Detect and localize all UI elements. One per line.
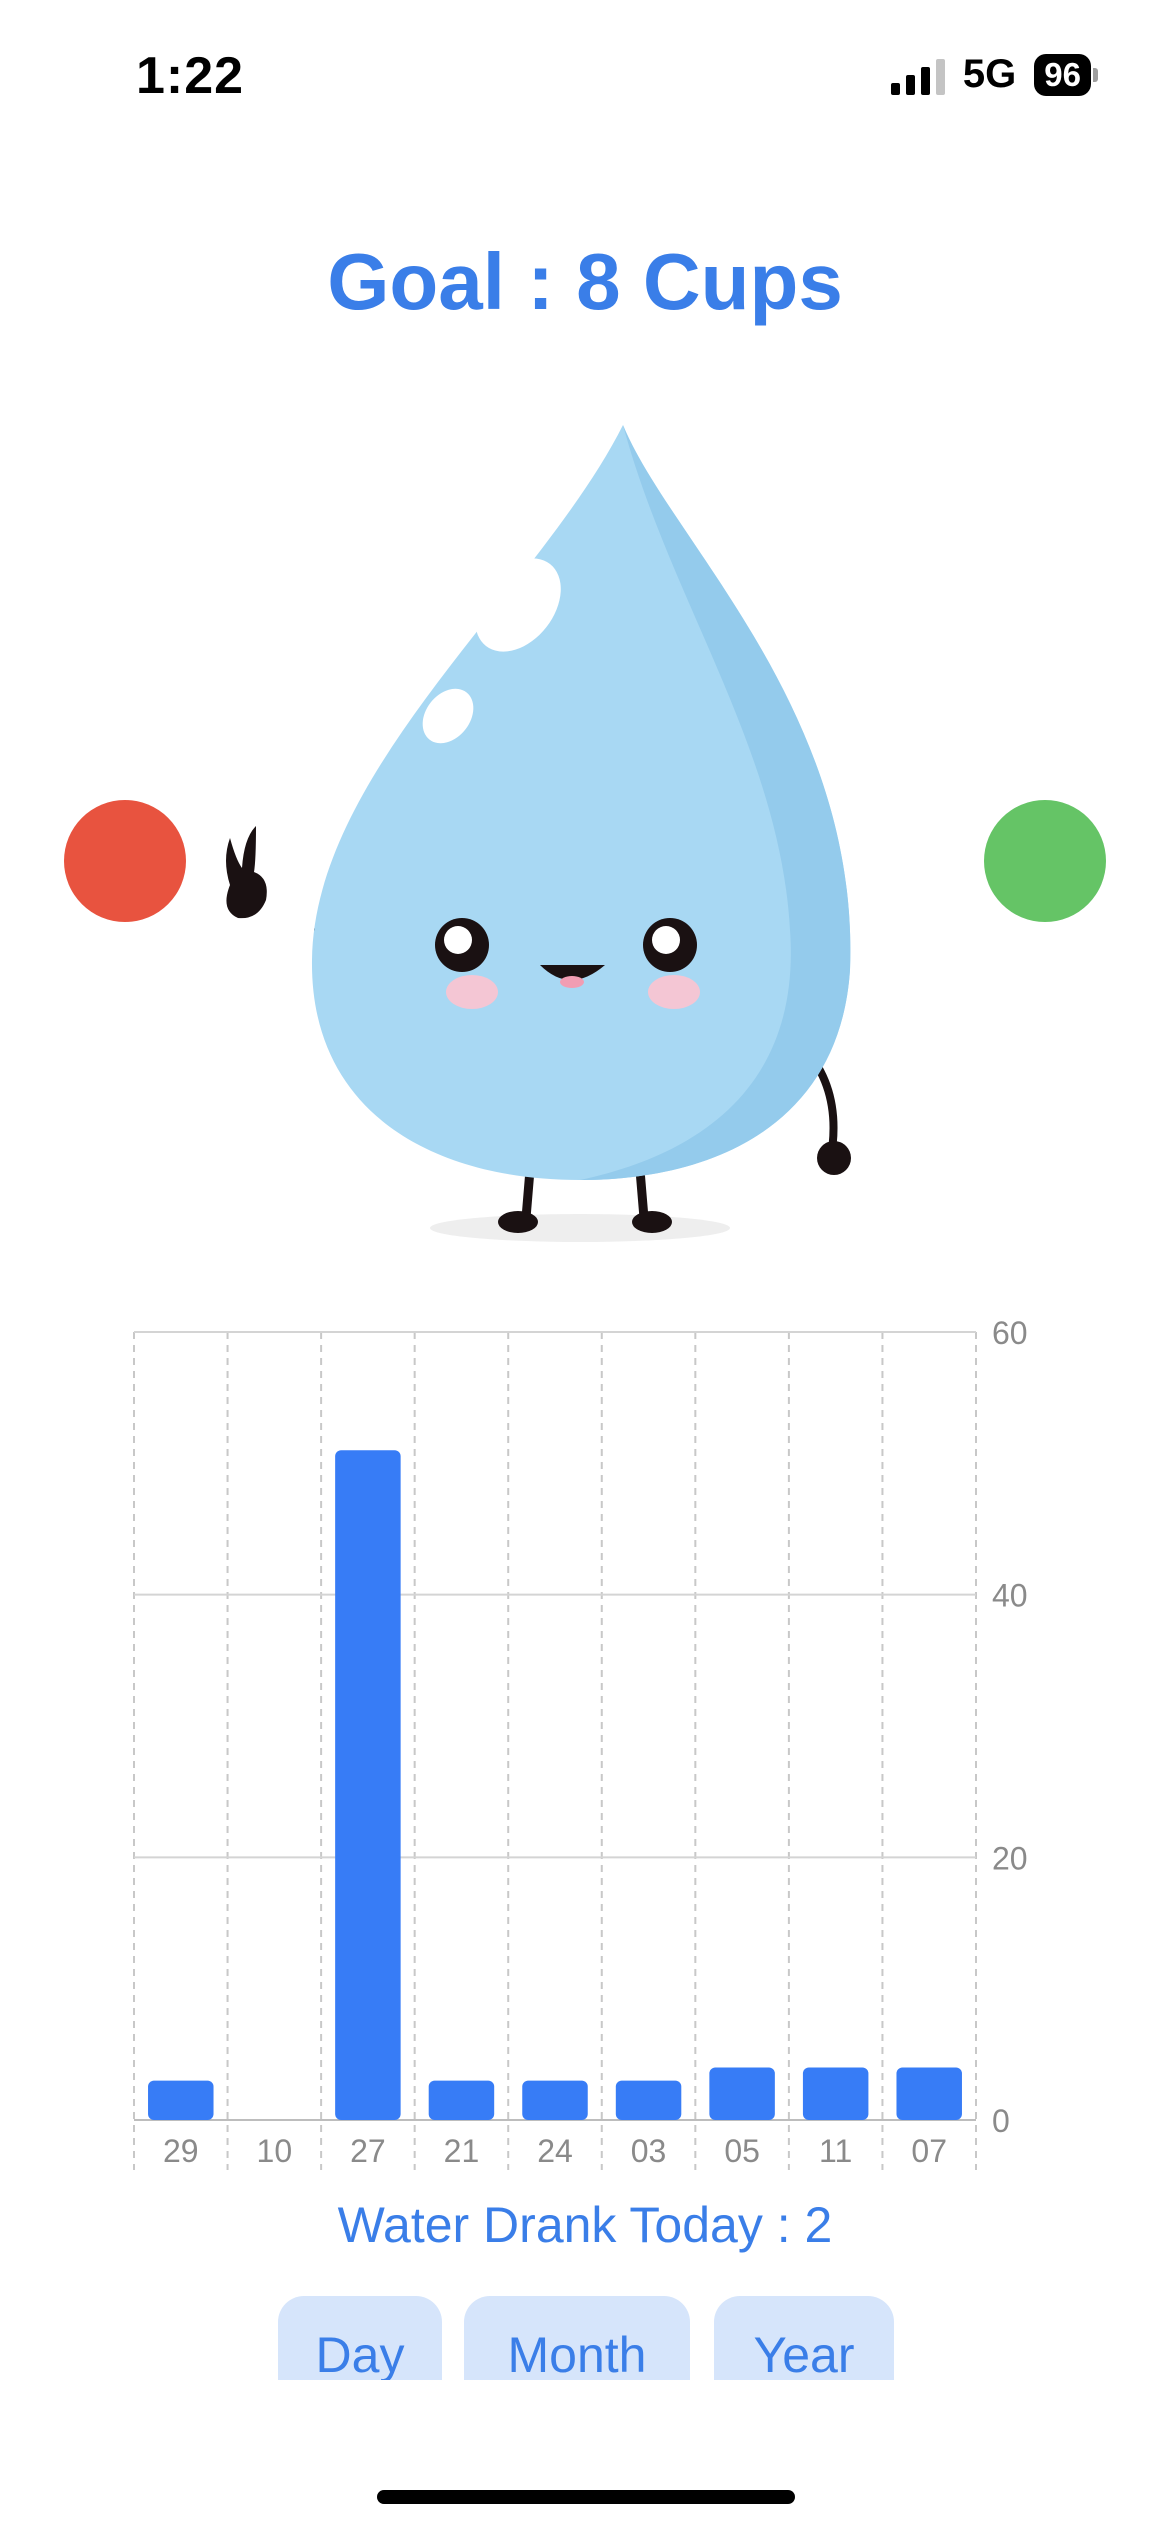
chart-y-tick-label: 40	[992, 1578, 1028, 1614]
home-indicator[interactable]	[377, 2490, 795, 2504]
chart-bar	[896, 2067, 962, 2120]
chart-bar	[522, 2080, 588, 2120]
tab-day[interactable]: Day	[278, 2296, 442, 2380]
tab-year[interactable]: Year	[714, 2296, 894, 2380]
battery-level: 96	[1034, 53, 1091, 96]
chart-x-tick-label: 05	[724, 2133, 760, 2169]
add-cup-button[interactable]	[984, 800, 1106, 922]
chart-bar	[709, 2067, 775, 2120]
chart-x-tick-label: 03	[631, 2133, 667, 2169]
chart-bar	[802, 2067, 869, 2120]
chart-y-tick-label: 60	[992, 1315, 1028, 1351]
water-today-label: Water Drank Today : 2	[337, 2197, 833, 2253]
chart-x-tick-label: 11	[819, 2133, 852, 2169]
goal-title: Goal : 8 Cups	[327, 237, 843, 326]
chart-y-tick-label: 0	[992, 2103, 1010, 2139]
chart-x-tick-label: 10	[257, 2133, 293, 2169]
chart-bar	[335, 1450, 401, 2120]
range-tab-bar: Day Month Year	[0, 2296, 1170, 2380]
water-drop-mascot-icon	[226, 425, 851, 1242]
status-bar: 1:22 5G 96	[0, 0, 1170, 150]
chart-x-tick-label: 27	[350, 2133, 386, 2169]
chart-bar	[615, 2080, 682, 2120]
chart-x-tick-label: 29	[163, 2133, 199, 2169]
water-history-chart: 60 40 20 0 29 10 27 21 24 03 05 11 07	[133, 1315, 1028, 2170]
tab-month[interactable]: Month	[464, 2296, 690, 2380]
cellular-signal-icon	[890, 55, 945, 95]
chart-y-tick-label: 20	[992, 1840, 1028, 1876]
status-time: 1:22	[136, 47, 245, 105]
network-type: 5G	[962, 52, 1017, 96]
status-indicators: 5G 96	[890, 52, 1098, 97]
chart-bar	[428, 2080, 495, 2120]
chart-x-tick-label: 24	[537, 2133, 573, 2169]
chart-bar	[148, 2080, 214, 2120]
chart-x-tick-label: 07	[911, 2133, 947, 2169]
remove-cup-button[interactable]	[64, 800, 186, 922]
chart-x-tick-label: 21	[444, 2133, 480, 2169]
battery-icon: 96	[1034, 53, 1098, 96]
